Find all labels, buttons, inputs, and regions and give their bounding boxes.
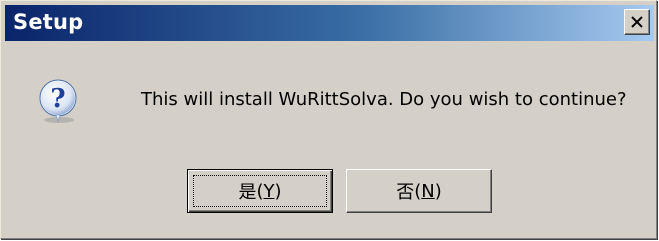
yes-button[interactable]: 是(Y)	[187, 169, 333, 213]
no-button-label: 否	[396, 182, 415, 203]
svg-text:?: ?	[50, 84, 65, 114]
setup-dialog: Setup ? This will install WuRittSolva. D…	[0, 0, 657, 239]
dialog-message: This will install WuRittSolva. Do you wi…	[141, 89, 627, 110]
window-title: Setup	[13, 10, 84, 34]
question-icon: ?	[39, 79, 77, 123]
no-paren-open: (	[414, 180, 422, 202]
focus-rectangle	[193, 175, 327, 207]
close-button[interactable]	[624, 9, 650, 35]
close-icon	[631, 16, 643, 28]
title-bar[interactable]: Setup	[5, 5, 654, 41]
no-mnemonic: N	[421, 180, 435, 202]
no-button[interactable]: 否(N)	[346, 169, 492, 213]
no-paren-close: )	[434, 180, 442, 202]
